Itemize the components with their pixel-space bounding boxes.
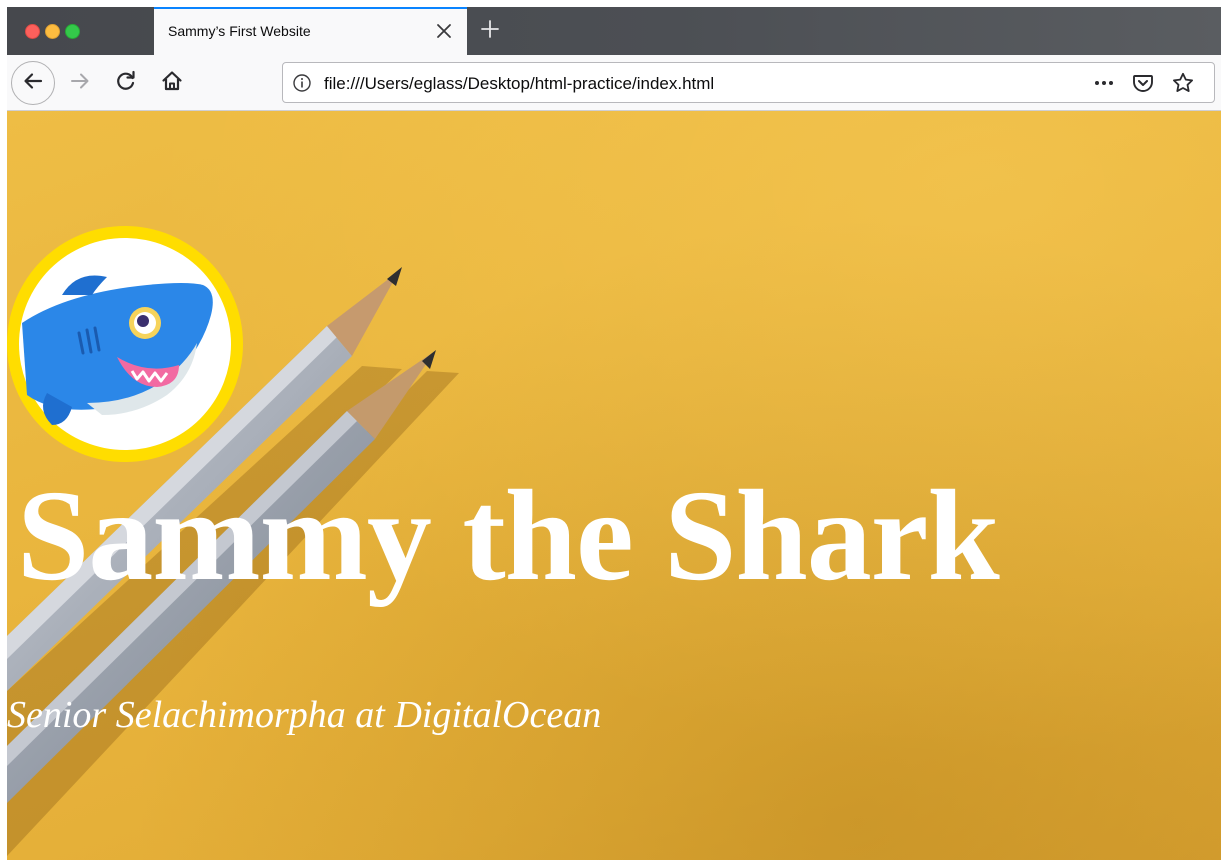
reload-button[interactable] <box>111 68 141 98</box>
window-zoom-button[interactable] <box>65 24 80 39</box>
reload-icon <box>114 69 138 98</box>
close-icon[interactable] <box>433 20 455 42</box>
browser-window: Sammy’s First Website file:///Users/egla… <box>7 7 1221 860</box>
back-button[interactable] <box>11 61 55 105</box>
nav-bar: file:///Users/eglass/Desktop/html-practi… <box>7 55 1221 111</box>
more-horizontal-icon[interactable] <box>1093 72 1115 94</box>
url-text[interactable]: file:///Users/eglass/Desktop/html-practi… <box>324 74 714 94</box>
window-close-button[interactable] <box>25 24 40 39</box>
info-icon[interactable] <box>292 73 312 93</box>
forward-arrow-icon <box>68 69 92 98</box>
page-content: Sammy the Shark Senior Selachimorpha at … <box>7 111 1221 860</box>
home-icon <box>160 69 184 98</box>
star-icon[interactable] <box>1171 71 1195 95</box>
tab-strip: Sammy’s First Website <box>7 7 1221 55</box>
tab-active[interactable]: Sammy’s First Website <box>154 7 467 55</box>
page-subtitle: Senior Selachimorpha at DigitalOcean <box>7 694 602 736</box>
plus-icon[interactable] <box>479 18 501 40</box>
url-bar[interactable]: file:///Users/eglass/Desktop/html-practi… <box>282 62 1215 103</box>
page-title: Sammy the Shark <box>17 464 1000 608</box>
tab-title: Sammy’s First Website <box>168 23 311 39</box>
avatar <box>7 226 243 462</box>
pocket-icon[interactable] <box>1131 71 1155 95</box>
forward-button[interactable] <box>65 68 95 98</box>
window-minimize-button[interactable] <box>45 24 60 39</box>
home-button[interactable] <box>157 68 187 98</box>
back-arrow-icon <box>21 69 45 98</box>
